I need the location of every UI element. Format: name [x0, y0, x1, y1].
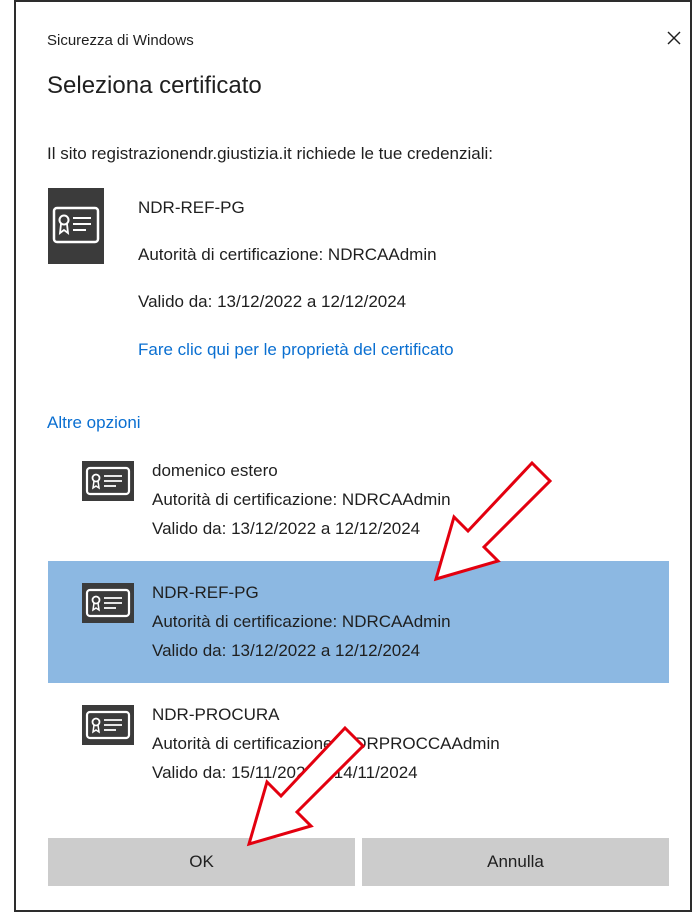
primary-cert-validity: Valido da: 13/12/2022 a 12/12/2024 — [138, 292, 407, 311]
cert-issuer: Autorità di certificazione: NDRCAAdmin — [152, 612, 451, 631]
cert-list-item-ndr-ref-pg[interactable]: NDR-REF-PG Autorità di certificazione: N… — [48, 561, 669, 683]
close-icon[interactable] — [664, 28, 684, 48]
cert-validity: Valido da: 13/12/2022 a 12/12/2024 — [152, 519, 421, 538]
certificate-list: domenico estero Autorità di certificazio… — [48, 439, 669, 805]
cert-name: NDR-REF-PG — [152, 583, 259, 602]
certificate-icon — [82, 461, 134, 501]
primary-cert-issuer: Autorità di certificazione: NDRCAAdmin — [138, 245, 437, 264]
certificate-dialog: Sicurezza di Windows Seleziona certifica… — [14, 0, 692, 912]
ok-button[interactable]: OK — [48, 838, 355, 886]
certificate-properties-link[interactable]: Fare clic qui per le proprietà del certi… — [138, 340, 454, 360]
site-prompt: Il sito registrazionendr.giustizia.it ri… — [47, 144, 494, 163]
cert-name: domenico estero — [152, 461, 278, 480]
dialog-heading: Seleziona certificato — [47, 72, 262, 99]
cert-list-item-ndr-procura[interactable]: NDR-PROCURA Autorità di certificazione: … — [48, 683, 669, 805]
cert-name: NDR-PROCURA — [152, 705, 280, 724]
cert-validity: Valido da: 15/11/2022 a 14/11/2024 — [152, 763, 418, 782]
certificate-icon — [82, 583, 134, 623]
certificate-icon — [48, 188, 104, 264]
cert-list-item-domenico-estero[interactable]: domenico estero Autorità di certificazio… — [48, 439, 669, 561]
primary-cert-name: NDR-REF-PG — [138, 198, 245, 217]
cert-validity: Valido da: 13/12/2022 a 12/12/2024 — [152, 641, 421, 660]
certificate-icon — [82, 705, 134, 745]
window-title: Sicurezza di Windows — [47, 32, 194, 49]
more-options-link[interactable]: Altre opzioni — [47, 413, 141, 433]
cert-issuer: Autorità di certificazione: NDRPROCCAAdm… — [152, 734, 500, 753]
cancel-button[interactable]: Annulla — [362, 838, 669, 886]
cert-issuer: Autorità di certificazione: NDRCAAdmin — [152, 490, 451, 509]
